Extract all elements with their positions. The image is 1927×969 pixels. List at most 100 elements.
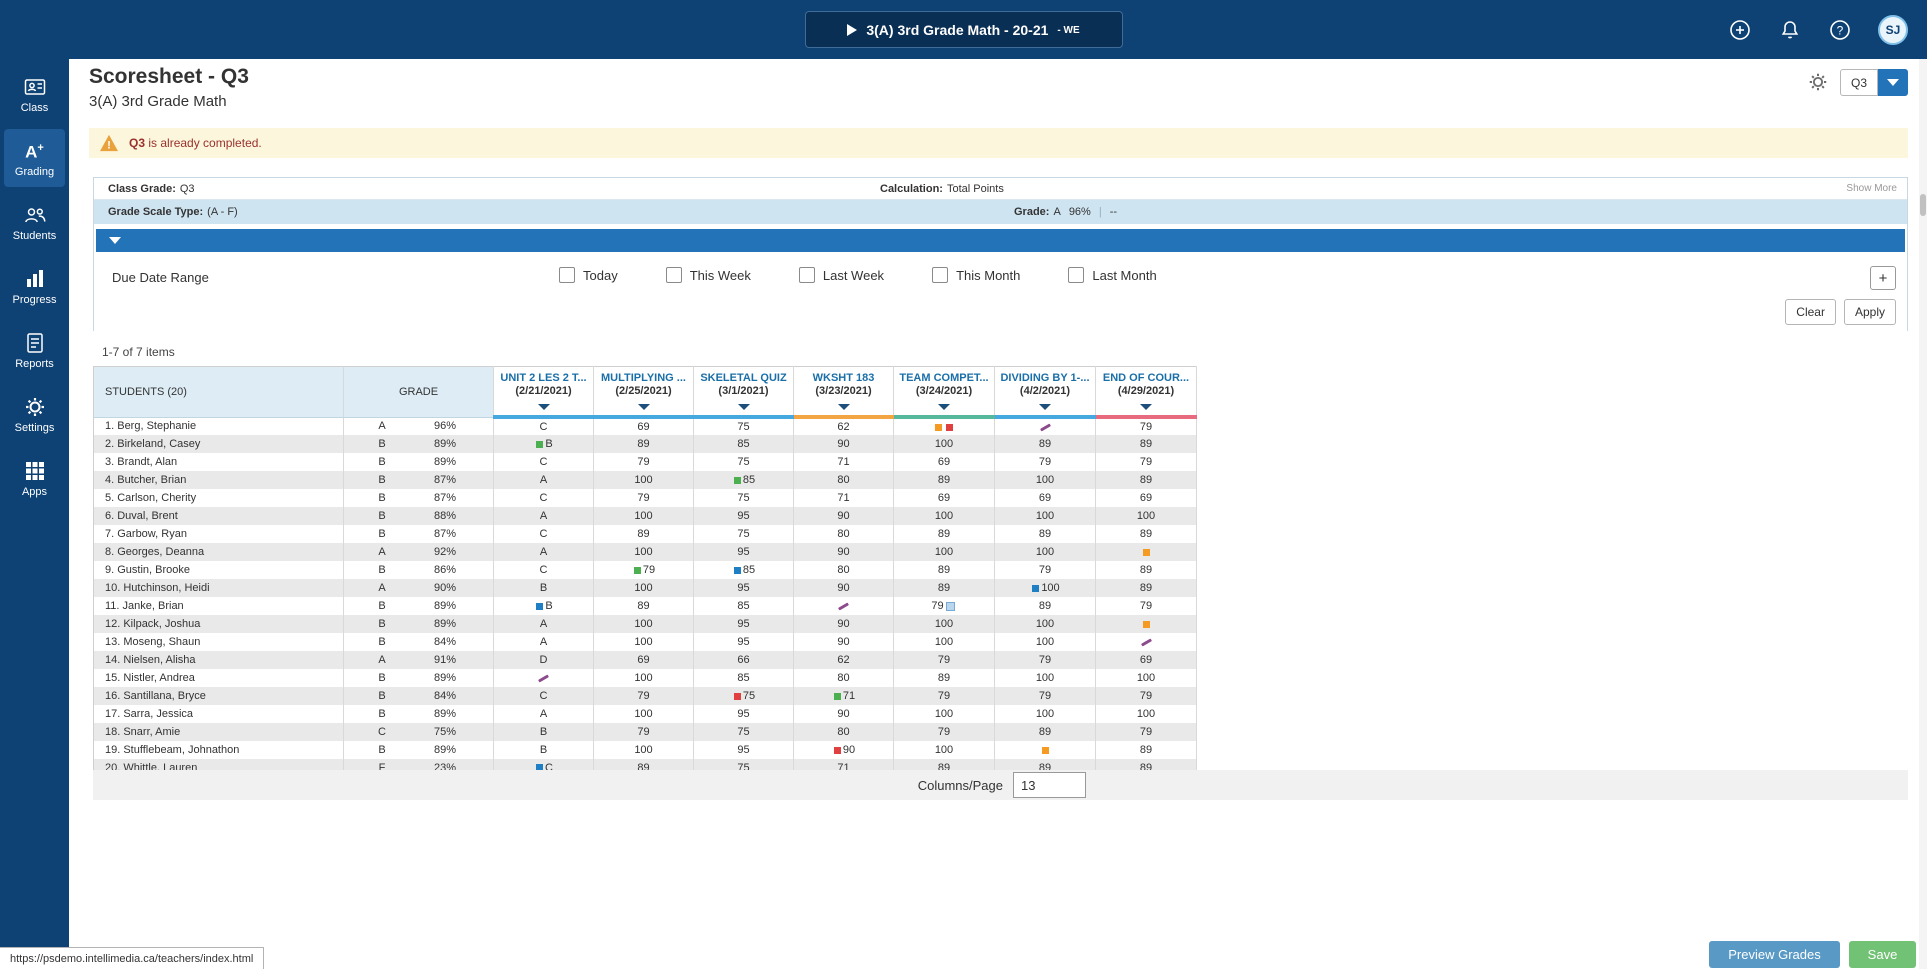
student-name[interactable]: 8. Georges, Deanna [93, 543, 344, 561]
score-cell[interactable]: 89 [593, 435, 694, 453]
assignment-header-1[interactable]: UNIT 2 LES 2 T... (2/21/2021) [493, 366, 594, 419]
score-cell[interactable]: 89 [994, 597, 1096, 615]
grade-cell[interactable]: B 89% [343, 453, 494, 471]
user-avatar[interactable]: SJ [1878, 14, 1908, 45]
student-name[interactable]: 13. Moseng, Shaun [93, 633, 344, 651]
score-cell[interactable] [793, 597, 894, 615]
score-cell[interactable]: C [493, 687, 594, 705]
score-cell[interactable]: 89 [593, 525, 694, 543]
score-cell[interactable]: 79 [593, 723, 694, 741]
score-cell[interactable]: 100 [893, 633, 995, 651]
score-cell[interactable]: 90 [793, 579, 894, 597]
grade-cell[interactable]: A 90% [343, 579, 494, 597]
score-cell[interactable]: 100 [593, 579, 694, 597]
score-cell[interactable]: 90 [793, 507, 894, 525]
score-cell[interactable]: 100 [994, 705, 1096, 723]
score-cell[interactable]: 89 [893, 525, 995, 543]
score-cell[interactable]: 89 [1095, 561, 1197, 579]
grade-cell[interactable]: B 89% [343, 705, 494, 723]
score-cell[interactable]: 79 [893, 723, 995, 741]
filter-option-today[interactable]: Today [559, 267, 618, 283]
score-cell[interactable]: 100 [994, 507, 1096, 525]
score-cell[interactable]: 95 [693, 579, 794, 597]
score-cell[interactable]: 90 [793, 741, 894, 759]
score-cell[interactable]: 69 [1095, 651, 1197, 669]
score-cell[interactable]: 95 [693, 633, 794, 651]
score-cell[interactable]: 100 [1095, 669, 1197, 687]
apply-button[interactable]: Apply [1843, 299, 1896, 325]
score-cell[interactable]: 90 [793, 615, 894, 633]
sidebar-item-grading[interactable]: A+ Grading [4, 129, 65, 187]
score-cell[interactable] [1095, 633, 1197, 651]
preview-grades-button[interactable]: Preview Grades [1709, 941, 1840, 968]
student-name[interactable]: 19. Stufflebeam, Johnathon [93, 741, 344, 759]
score-cell[interactable] [1095, 615, 1197, 633]
assignment-name[interactable]: MULTIPLYING ... [594, 372, 693, 384]
score-cell[interactable]: 100 [593, 507, 694, 525]
score-cell[interactable]: B [493, 723, 594, 741]
score-cell[interactable]: 89 [994, 723, 1096, 741]
score-cell[interactable]: 100 [893, 435, 995, 453]
score-cell[interactable]: 79 [994, 687, 1096, 705]
score-cell[interactable]: 85 [693, 597, 794, 615]
score-cell[interactable]: 79 [1095, 723, 1197, 741]
grade-cell[interactable]: B 89% [343, 741, 494, 759]
score-cell[interactable]: 89 [1095, 471, 1197, 489]
score-cell[interactable]: A [493, 543, 594, 561]
assignment-name[interactable]: SKELETAL QUIZ [694, 372, 793, 384]
score-cell[interactable]: 69 [994, 489, 1096, 507]
score-cell[interactable]: 90 [793, 705, 894, 723]
score-cell[interactable]: 100 [593, 633, 694, 651]
score-cell[interactable]: 75 [693, 417, 794, 435]
score-cell[interactable]: 95 [693, 507, 794, 525]
student-name[interactable]: 7. Garbow, Ryan [93, 525, 344, 543]
score-cell[interactable]: 79 [593, 489, 694, 507]
score-cell[interactable]: A [493, 633, 594, 651]
filter-option-last-month[interactable]: Last Month [1068, 267, 1157, 283]
score-cell[interactable]: 100 [593, 615, 694, 633]
score-cell[interactable]: 75 [693, 489, 794, 507]
score-cell[interactable]: 100 [994, 633, 1096, 651]
score-cell[interactable]: 80 [793, 561, 894, 579]
score-cell[interactable]: 69 [893, 453, 995, 471]
chevron-down-icon[interactable] [537, 404, 550, 410]
filter-option-this-month[interactable]: This Month [932, 267, 1020, 283]
score-cell[interactable]: C [493, 525, 594, 543]
checkbox[interactable] [932, 267, 949, 283]
score-cell[interactable]: 89 [994, 435, 1096, 453]
score-cell[interactable]: A [493, 507, 594, 525]
score-cell[interactable]: 75 [693, 687, 794, 705]
score-cell[interactable]: 79 [593, 687, 694, 705]
score-cell[interactable]: 89 [1095, 579, 1197, 597]
assignment-header-3[interactable]: SKELETAL QUIZ (3/1/2021) [693, 366, 794, 419]
clear-button[interactable]: Clear [1785, 299, 1836, 325]
checkbox[interactable] [665, 267, 682, 283]
score-cell[interactable]: 100 [994, 669, 1096, 687]
grade-cell[interactable]: A 91% [343, 651, 494, 669]
score-cell[interactable] [1095, 543, 1197, 561]
score-cell[interactable]: B [493, 579, 594, 597]
score-cell[interactable]: 95 [693, 705, 794, 723]
class-switcher-button[interactable]: 3(A) 3rd Grade Math - 20-21 - WE [804, 11, 1123, 48]
score-cell[interactable]: 89 [1095, 741, 1197, 759]
score-cell[interactable]: 79 [1095, 597, 1197, 615]
score-cell[interactable]: 100 [593, 705, 694, 723]
assignment-name[interactable]: WKSHT 183 [794, 372, 893, 384]
assignment-header-2[interactable]: MULTIPLYING ... (2/25/2021) [593, 366, 694, 419]
score-cell[interactable]: 89 [893, 561, 995, 579]
score-cell[interactable]: 69 [593, 417, 694, 435]
score-cell[interactable]: 62 [793, 651, 894, 669]
score-cell[interactable]: 62 [793, 417, 894, 435]
score-cell[interactable]: 80 [793, 525, 894, 543]
sidebar-item-progress[interactable]: Progress [4, 257, 65, 315]
grade-cell[interactable]: B 87% [343, 489, 494, 507]
assignment-name[interactable]: TEAM COMPET... [894, 372, 994, 384]
score-cell[interactable]: 71 [793, 687, 894, 705]
score-cell[interactable]: 100 [893, 741, 995, 759]
score-cell[interactable]: 100 [593, 669, 694, 687]
score-cell[interactable]: 89 [994, 525, 1096, 543]
student-name[interactable]: 2. Birkeland, Casey [93, 435, 344, 453]
score-cell[interactable]: 100 [1095, 507, 1197, 525]
score-cell[interactable]: 95 [693, 615, 794, 633]
score-cell[interactable]: C [493, 417, 594, 435]
